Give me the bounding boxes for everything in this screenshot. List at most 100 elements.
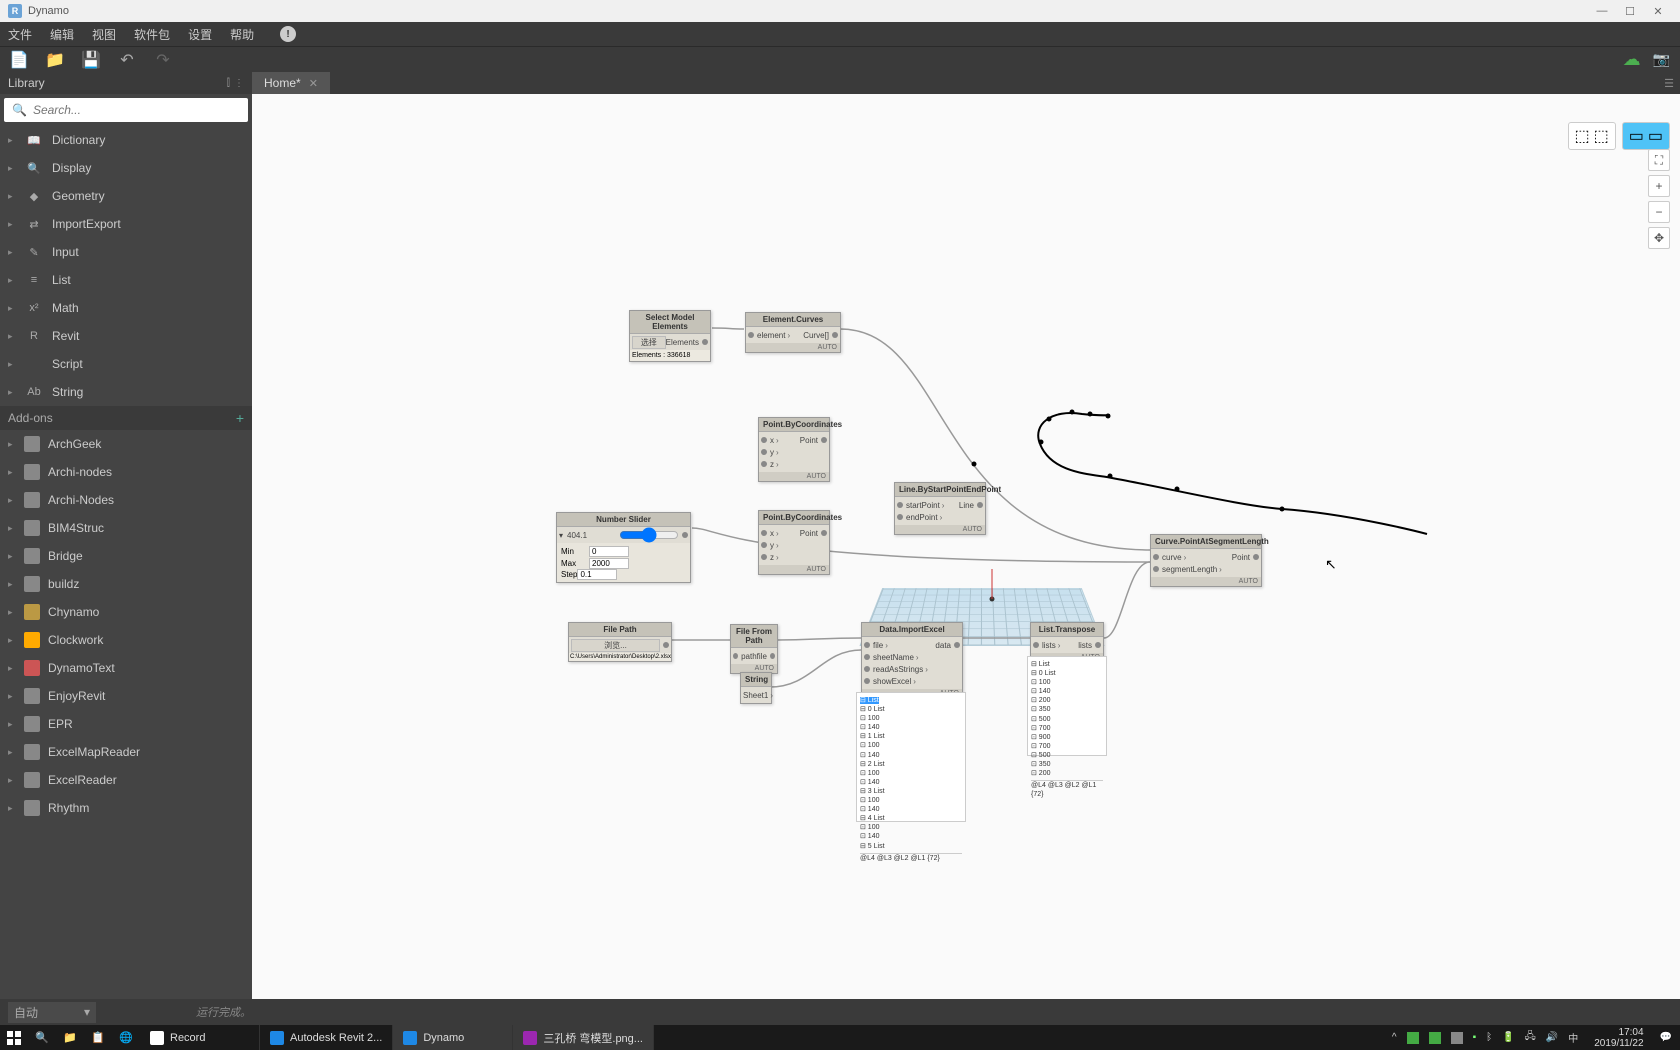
addon-clockwork[interactable]: ▸Clockwork: [0, 626, 252, 654]
menu-help[interactable]: 帮助: [230, 26, 254, 43]
volume-icon[interactable]: 🔊: [1546, 1032, 1558, 1043]
output-port[interactable]: Point: [800, 436, 818, 445]
battery-icon[interactable]: 🔋: [1502, 1032, 1514, 1043]
input-port[interactable]: element: [757, 331, 785, 340]
output-port[interactable]: Point: [1232, 553, 1250, 562]
input-file[interactable]: file: [873, 641, 883, 650]
select-button[interactable]: 选择: [632, 336, 666, 349]
tray-app-3[interactable]: [1451, 1032, 1463, 1044]
slider-step[interactable]: [577, 569, 617, 580]
output-port[interactable]: Line: [959, 501, 974, 510]
workspace-tab[interactable]: Home* ✕: [252, 72, 330, 94]
category-importexport[interactable]: ▸⇄ImportExport: [0, 210, 252, 238]
slider-max[interactable]: [589, 558, 629, 569]
category-math[interactable]: ▸x²Math: [0, 294, 252, 322]
addon-chynamo[interactable]: ▸Chynamo: [0, 598, 252, 626]
addon-excelreader[interactable]: ▸ExcelReader: [0, 766, 252, 794]
category-dictionary[interactable]: ▸📖Dictionary: [0, 126, 252, 154]
taskbar-task[interactable]: Record: [140, 1025, 260, 1050]
addon-enjoyrevit[interactable]: ▸EnjoyRevit: [0, 682, 252, 710]
browse-button[interactable]: 浏览...: [571, 639, 660, 652]
browser-icon[interactable]: 🌐: [112, 1025, 140, 1050]
input-sheet[interactable]: sheetName: [873, 653, 914, 662]
node-number-slider[interactable]: Number Slider ▾404.1 Min Max Step: [556, 512, 691, 583]
node-element-curves[interactable]: Element.Curves element›Curve[] AUTO: [745, 312, 841, 353]
file-explorer-icon[interactable]: 📁: [56, 1025, 84, 1050]
camera-icon[interactable]: 📷: [1653, 51, 1670, 68]
addon-excelmapreader[interactable]: ▸ExcelMapReader: [0, 738, 252, 766]
maximize-button[interactable]: ☐: [1616, 2, 1644, 20]
input-y[interactable]: y: [770, 448, 774, 457]
addon-archi-nodes[interactable]: ▸Archi-nodes: [0, 458, 252, 486]
library-menu[interactable]: ⋮: [234, 78, 244, 89]
node-line-by-start-end[interactable]: Line.ByStartPointEndPoint startPoint›Lin…: [894, 482, 986, 535]
node-string[interactable]: String Sheet1›: [740, 672, 772, 704]
node-point-by-coordinates-1[interactable]: Point.ByCoordinates x›Point y› z› AUTO: [758, 417, 830, 482]
addon-buildz[interactable]: ▸buildz: [0, 570, 252, 598]
output-port[interactable]: data: [935, 641, 951, 650]
tray-up-icon[interactable]: ^: [1392, 1032, 1397, 1043]
node-data-import-excel[interactable]: Data.ImportExcel file›data sheetName› re…: [861, 622, 963, 699]
menu-file[interactable]: 文件: [8, 26, 32, 43]
geometry-view-toggle[interactable]: ▭▭: [1622, 122, 1670, 150]
save-icon[interactable]: 💾: [82, 51, 100, 69]
input-z[interactable]: z: [770, 460, 774, 469]
output-port[interactable]: lists: [1078, 641, 1092, 650]
redo-icon[interactable]: ↷: [154, 51, 172, 69]
node-curve-point-at-segment[interactable]: Curve.PointAtSegmentLength curve›Point s…: [1150, 534, 1262, 587]
input-start[interactable]: startPoint: [906, 501, 940, 510]
start-button[interactable]: [0, 1025, 28, 1050]
new-file-icon[interactable]: 📄: [10, 51, 28, 69]
input-y[interactable]: y: [770, 541, 774, 550]
fit-view-icon[interactable]: ⛶: [1648, 149, 1670, 171]
output-port[interactable]: Elements: [666, 338, 699, 347]
menu-edit[interactable]: 编辑: [50, 26, 74, 43]
close-tab-icon[interactable]: ✕: [309, 77, 318, 90]
3d-nav-toggle[interactable]: ⬚⬚: [1568, 122, 1616, 150]
input-x[interactable]: x: [770, 529, 774, 538]
input-z[interactable]: z: [770, 553, 774, 562]
addon-bridge[interactable]: ▸Bridge: [0, 542, 252, 570]
cloud-icon[interactable]: ☁: [1623, 49, 1641, 70]
string-value[interactable]: Sheet1: [743, 691, 768, 700]
search-box[interactable]: 🔍: [4, 98, 248, 122]
data-preview-1[interactable]: ⊟ List⊟ 0 List ⊡ 100 ⊡ 140⊟ 1 List ⊡ 100…: [856, 692, 966, 822]
addon-archgeek[interactable]: ▸ArchGeek: [0, 430, 252, 458]
input-readstr[interactable]: readAsStrings: [873, 665, 923, 674]
info-icon[interactable]: !: [280, 26, 296, 42]
tray-gpu-icon[interactable]: ▪: [1473, 1032, 1477, 1043]
minimize-button[interactable]: —: [1588, 2, 1616, 20]
close-button[interactable]: ✕: [1644, 2, 1672, 20]
taskbar-task[interactable]: Autodesk Revit 2...: [260, 1025, 393, 1050]
menu-view[interactable]: 视图: [92, 26, 116, 43]
network-icon[interactable]: 🖧: [1525, 1029, 1536, 1046]
system-tray[interactable]: ^ ▪ ᛒ 🔋 🖧 🔊 中 17:04 2019/11/22 💬: [1384, 1027, 1680, 1049]
menu-packages[interactable]: 软件包: [134, 26, 170, 43]
category-string[interactable]: ▸AbString: [0, 378, 252, 406]
addon-archi-nodes[interactable]: ▸Archi-Nodes: [0, 486, 252, 514]
search-taskbar-icon[interactable]: 🔍: [28, 1025, 56, 1050]
undo-icon[interactable]: ↶: [118, 51, 136, 69]
input-lists[interactable]: lists: [1042, 641, 1056, 650]
category-display[interactable]: ▸🔍Display: [0, 154, 252, 182]
clock[interactable]: 17:04 2019/11/22: [1588, 1027, 1649, 1049]
slider-min[interactable]: [589, 546, 629, 557]
taskbar-task[interactable]: 三孔桥 弯模型.png...: [513, 1025, 654, 1050]
category-list[interactable]: ▸≡List: [0, 266, 252, 294]
add-package-icon[interactable]: +: [236, 410, 244, 426]
input-curve[interactable]: curve: [1162, 553, 1182, 562]
output-port[interactable]: file: [757, 652, 767, 661]
app-icon-1[interactable]: 📋: [84, 1025, 112, 1050]
category-script[interactable]: ▸Script: [0, 350, 252, 378]
library-view-toggle[interactable]: ⫿: [227, 78, 230, 89]
node-point-by-coordinates-2[interactable]: Point.ByCoordinates x›Point y› z› AUTO: [758, 510, 830, 575]
search-input[interactable]: [33, 103, 240, 117]
category-geometry[interactable]: ▸◆Geometry: [0, 182, 252, 210]
taskbar-task[interactable]: Dynamo: [393, 1025, 513, 1050]
output-port[interactable]: Curve[]: [803, 331, 829, 340]
open-file-icon[interactable]: 📁: [46, 51, 64, 69]
node-select-model-elements[interactable]: Select Model Elements 选择Elements Element…: [629, 310, 711, 362]
menu-settings[interactable]: 设置: [188, 26, 212, 43]
addon-rhythm[interactable]: ▸Rhythm: [0, 794, 252, 822]
run-mode-selector[interactable]: 自动 ▾: [8, 1002, 96, 1023]
